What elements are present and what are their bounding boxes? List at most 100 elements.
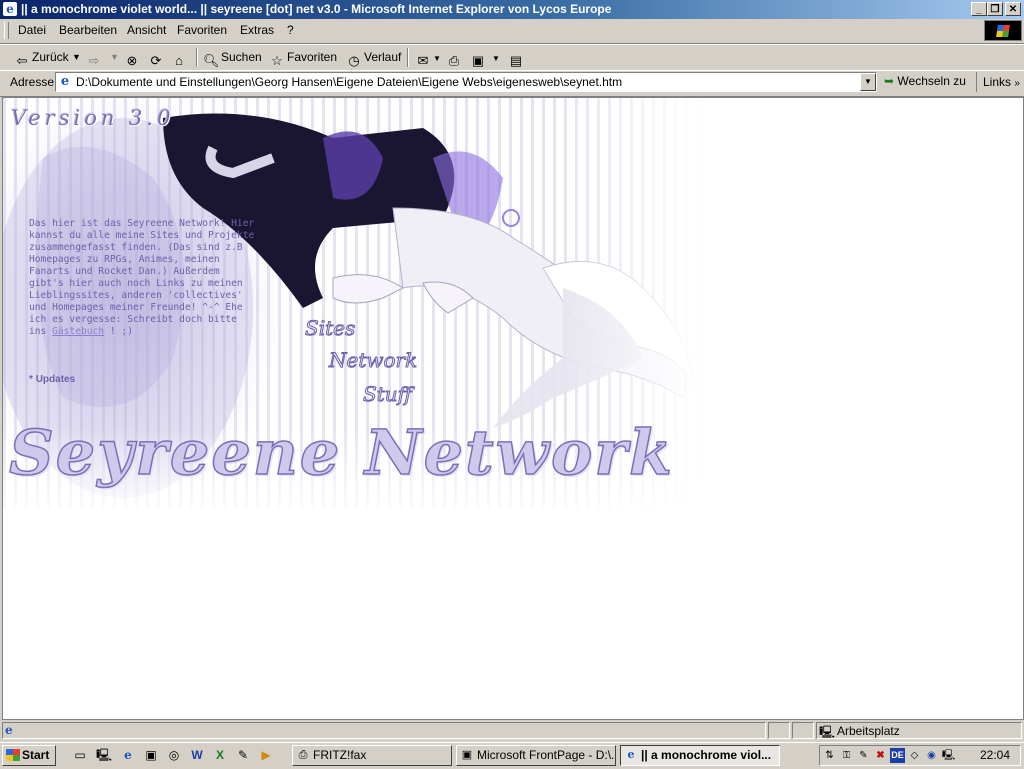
intro-end: ! ;) [109,326,133,337]
search-label: Suchen [221,50,262,64]
tray-security-icon[interactable]: ⚿ [839,748,854,763]
links-label: Links [983,75,1012,89]
quicklaunch-app-icon[interactable]: ◎ [166,747,182,763]
status-bar: e 🖳 Arbeitsplatz [0,720,1024,742]
status-pane [768,722,790,739]
task-fritzfax[interactable]: ⎙ FRITZ!fax [292,745,452,766]
address-label: Adresse [10,75,55,89]
nav-sites-link[interactable]: Sites [304,316,355,341]
system-tray: ⇅ ⚿ ✎ ✖ DE ◇ ◉ 🖳 22:04 [819,745,1021,766]
status-pane [792,722,814,739]
print-button[interactable]: ⎙ [446,48,464,68]
computer-icon: 🖳 [819,725,836,739]
menu-datei[interactable]: Datei [18,23,46,37]
menu-extras[interactable]: Extras [240,23,274,37]
edit-page-icon: ▣ [471,53,485,68]
task-label: || a monochrome viol... [641,748,772,762]
discuss-icon: ▤ [509,53,523,68]
task-frontpage[interactable]: ▣ Microsoft FrontPage - D:\... [456,745,616,766]
title-bar[interactable]: e || a monochrome violet world... || sey… [0,0,1024,19]
tray-antivirus-icon[interactable]: ✖ [873,748,888,763]
updates-bullet-icon: * [29,374,33,385]
back-dropdown-icon[interactable]: ▼ [72,48,81,67]
favorites-button[interactable]: ☆ Favoriten [269,48,338,68]
updates-label[interactable]: Updates [36,374,75,385]
address-dropdown-icon[interactable]: ▼ [860,73,876,91]
history-label: Verlauf [364,50,402,64]
home-button[interactable]: ⌂ [171,48,189,68]
ie-icon: e [627,748,635,761]
quicklaunch-media-icon[interactable]: ▶ [258,747,274,763]
updates-link[interactable]: * Updates [29,374,75,385]
menu-bearbeiten[interactable]: Bearbeiten [59,23,117,37]
guestbook-link[interactable]: Gästebuch [52,326,104,337]
version-label: Version 3.0 [11,106,175,130]
mail-button[interactable]: ✉ ▼ [415,48,441,68]
ie-icon[interactable]: e [3,2,17,16]
quicklaunch-computer-icon[interactable]: 🖳 [96,747,112,763]
links-button[interactable]: Links » [976,72,1020,92]
status-text-pane: e [2,722,766,739]
go-label: Wechseln zu [897,74,966,88]
favorites-label: Favoriten [287,50,338,64]
intro-text: Das hier ist das Seyreene Network! Hier … [29,218,259,338]
site-logo: Seyreene Network [8,415,675,490]
page-status-icon: e [5,723,13,737]
quicklaunch-ie-icon[interactable]: e [120,747,136,763]
tray-network-icon[interactable]: ⇅ [822,748,837,763]
address-bar: Adresse e D:\Dokumente und Einstellungen… [0,70,1024,97]
toolbar-separator [196,48,198,67]
nav-stuff-link[interactable]: Stuff [363,382,413,407]
page-content[interactable]: Version 3.0 Das hier ist das Seyreene Ne… [2,97,1024,720]
search-button[interactable]: 🔍︎Suchen [203,48,262,68]
quicklaunch-excel-icon[interactable]: X [212,747,228,763]
go-arrow-icon: ➥ [884,74,895,88]
quicklaunch-word-icon[interactable]: W [189,747,205,763]
toolbar-separator [407,48,409,67]
tray-monitor-icon[interactable]: 🖳 [941,748,956,763]
menu-favoriten[interactable]: Favoriten [177,23,227,37]
forward-button[interactable]: ⇨ [86,48,104,68]
mail-icon: ✉ [417,53,429,68]
stop-button[interactable]: ⊗ [124,48,142,68]
toolbar-grip[interactable] [4,22,9,39]
tray-tool-icon[interactable]: ✎ [856,748,871,763]
back-button[interactable]: ⇦ Zurück [14,48,69,68]
nav-network-link[interactable]: Network [328,348,417,373]
start-button[interactable]: Start [2,745,56,766]
start-label: Start [22,748,50,762]
favorites-folder-icon: ☆ [271,53,283,68]
discuss-button[interactable]: ▤ [508,48,526,68]
quicklaunch-paint-icon[interactable]: ✎ [235,747,251,763]
home-icon: ⌂ [175,53,183,68]
task-label: FRITZ!fax [313,748,367,762]
taskbar: Start ▭ 🖳 e ▣ ◎ W X ✎ ▶ ⎙ FRITZ!fax ▣ Micr… [0,742,1024,769]
frontpage-icon: ▣ [461,749,473,761]
links-chevron-icon: » [1014,78,1020,89]
quicklaunch-frontpage-icon[interactable]: ▣ [143,747,159,763]
go-button[interactable]: ➥ Wechseln zu [884,74,966,88]
standard-toolbar: ⇦ Zurück ▼ ⇨ ▼ ⊗ ⟳ ⌂ 🔍︎Suchen ☆ Favoriten … [0,44,1024,71]
address-input[interactable]: e D:\Dokumente und Einstellungen\Georg H… [55,72,877,92]
stop-icon: ⊗ [126,53,138,68]
forward-dropdown-icon[interactable]: ▼ [110,48,119,67]
menu-help[interactable]: ? [287,23,294,37]
task-internet-explorer[interactable]: e || a monochrome viol... [620,745,780,766]
tray-cursor-icon[interactable]: ◇ [907,748,922,763]
tray-language-indicator[interactable]: DE [890,748,905,763]
zone-label: Arbeitsplatz [837,724,900,738]
minimize-icon[interactable]: _ [971,2,987,16]
restore-icon[interactable]: ❐ [987,2,1003,16]
menu-bar: Datei Bearbeiten Ansicht Favoriten Extra… [0,19,1024,44]
forward-arrow-icon: ⇨ [88,53,100,68]
tray-messenger-icon[interactable]: ◉ [924,748,939,763]
clock[interactable]: 22:04 [980,748,1010,762]
quicklaunch-desktop-icon[interactable]: ▭ [72,747,88,763]
menu-ansicht[interactable]: Ansicht [127,23,166,37]
history-button[interactable]: ◷ Verlauf [346,48,402,68]
edit-button[interactable]: ▣ ▼ [470,48,500,68]
refresh-button[interactable]: ⟳ [148,48,166,68]
history-icon: ◷ [348,53,360,68]
address-url[interactable]: D:\Dokumente und Einstellungen\Georg Han… [76,75,622,89]
close-icon[interactable]: ✕ [1005,2,1021,16]
